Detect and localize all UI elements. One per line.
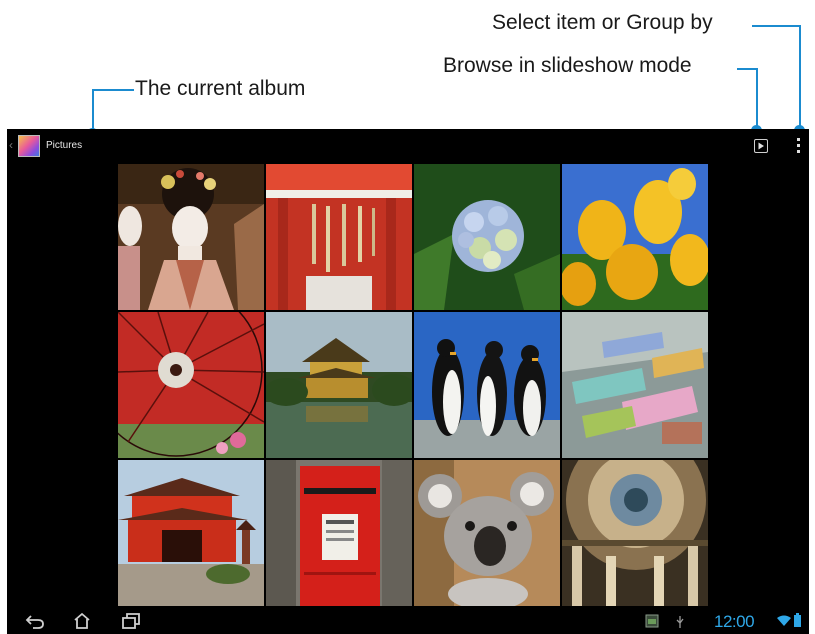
callout-line <box>799 25 801 129</box>
photo-red-pagoda-temple[interactable] <box>118 460 264 606</box>
callout-line <box>92 89 94 131</box>
callout-select-group: Select item or Group by <box>492 11 713 34</box>
callout-current-album: The current album <box>135 77 306 100</box>
photo-yellow-tulips[interactable] <box>562 164 708 310</box>
photo-red-shrine-gate[interactable] <box>266 164 412 310</box>
photo-geisha-portrait[interactable] <box>118 164 264 310</box>
photo-penguins[interactable] <box>414 312 560 458</box>
wifi-icon <box>777 615 791 626</box>
photo-grid <box>118 164 710 606</box>
recent-apps-icon[interactable] <box>121 612 141 630</box>
photo-red-post-box[interactable] <box>266 460 412 606</box>
album-title[interactable]: Pictures <box>46 140 82 151</box>
photo-colorful-benches[interactable] <box>562 312 708 458</box>
back-icon[interactable] <box>25 612 45 630</box>
overflow-menu-icon[interactable] <box>796 138 802 156</box>
callout-line <box>756 68 758 129</box>
battery-icon <box>794 613 801 627</box>
callout-line <box>737 68 758 70</box>
home-icon[interactable] <box>73 612 91 630</box>
photo-domed-ceiling[interactable] <box>562 460 708 606</box>
photo-red-parasol[interactable] <box>118 312 264 458</box>
clock[interactable]: 12:00 <box>714 612 755 632</box>
album-thumbnail-icon[interactable] <box>18 135 40 157</box>
photo-koala[interactable] <box>414 460 560 606</box>
photo-golden-pavilion[interactable] <box>266 312 412 458</box>
system-bar: 12:00 <box>7 608 809 634</box>
callout-line <box>752 25 800 27</box>
up-caret-icon[interactable]: ‹ <box>9 138 13 152</box>
action-bar: ‹ Pictures <box>7 129 809 163</box>
gallery-screen: ‹ Pictures 12:00 <box>7 129 809 634</box>
callout-slideshow: Browse in slideshow mode <box>443 54 692 77</box>
gallery-notification-icon[interactable] <box>645 614 659 628</box>
photo-blue-hydrangea[interactable] <box>414 164 560 310</box>
slideshow-icon[interactable] <box>754 139 768 153</box>
usb-icon <box>676 616 684 628</box>
callout-line <box>92 89 134 91</box>
